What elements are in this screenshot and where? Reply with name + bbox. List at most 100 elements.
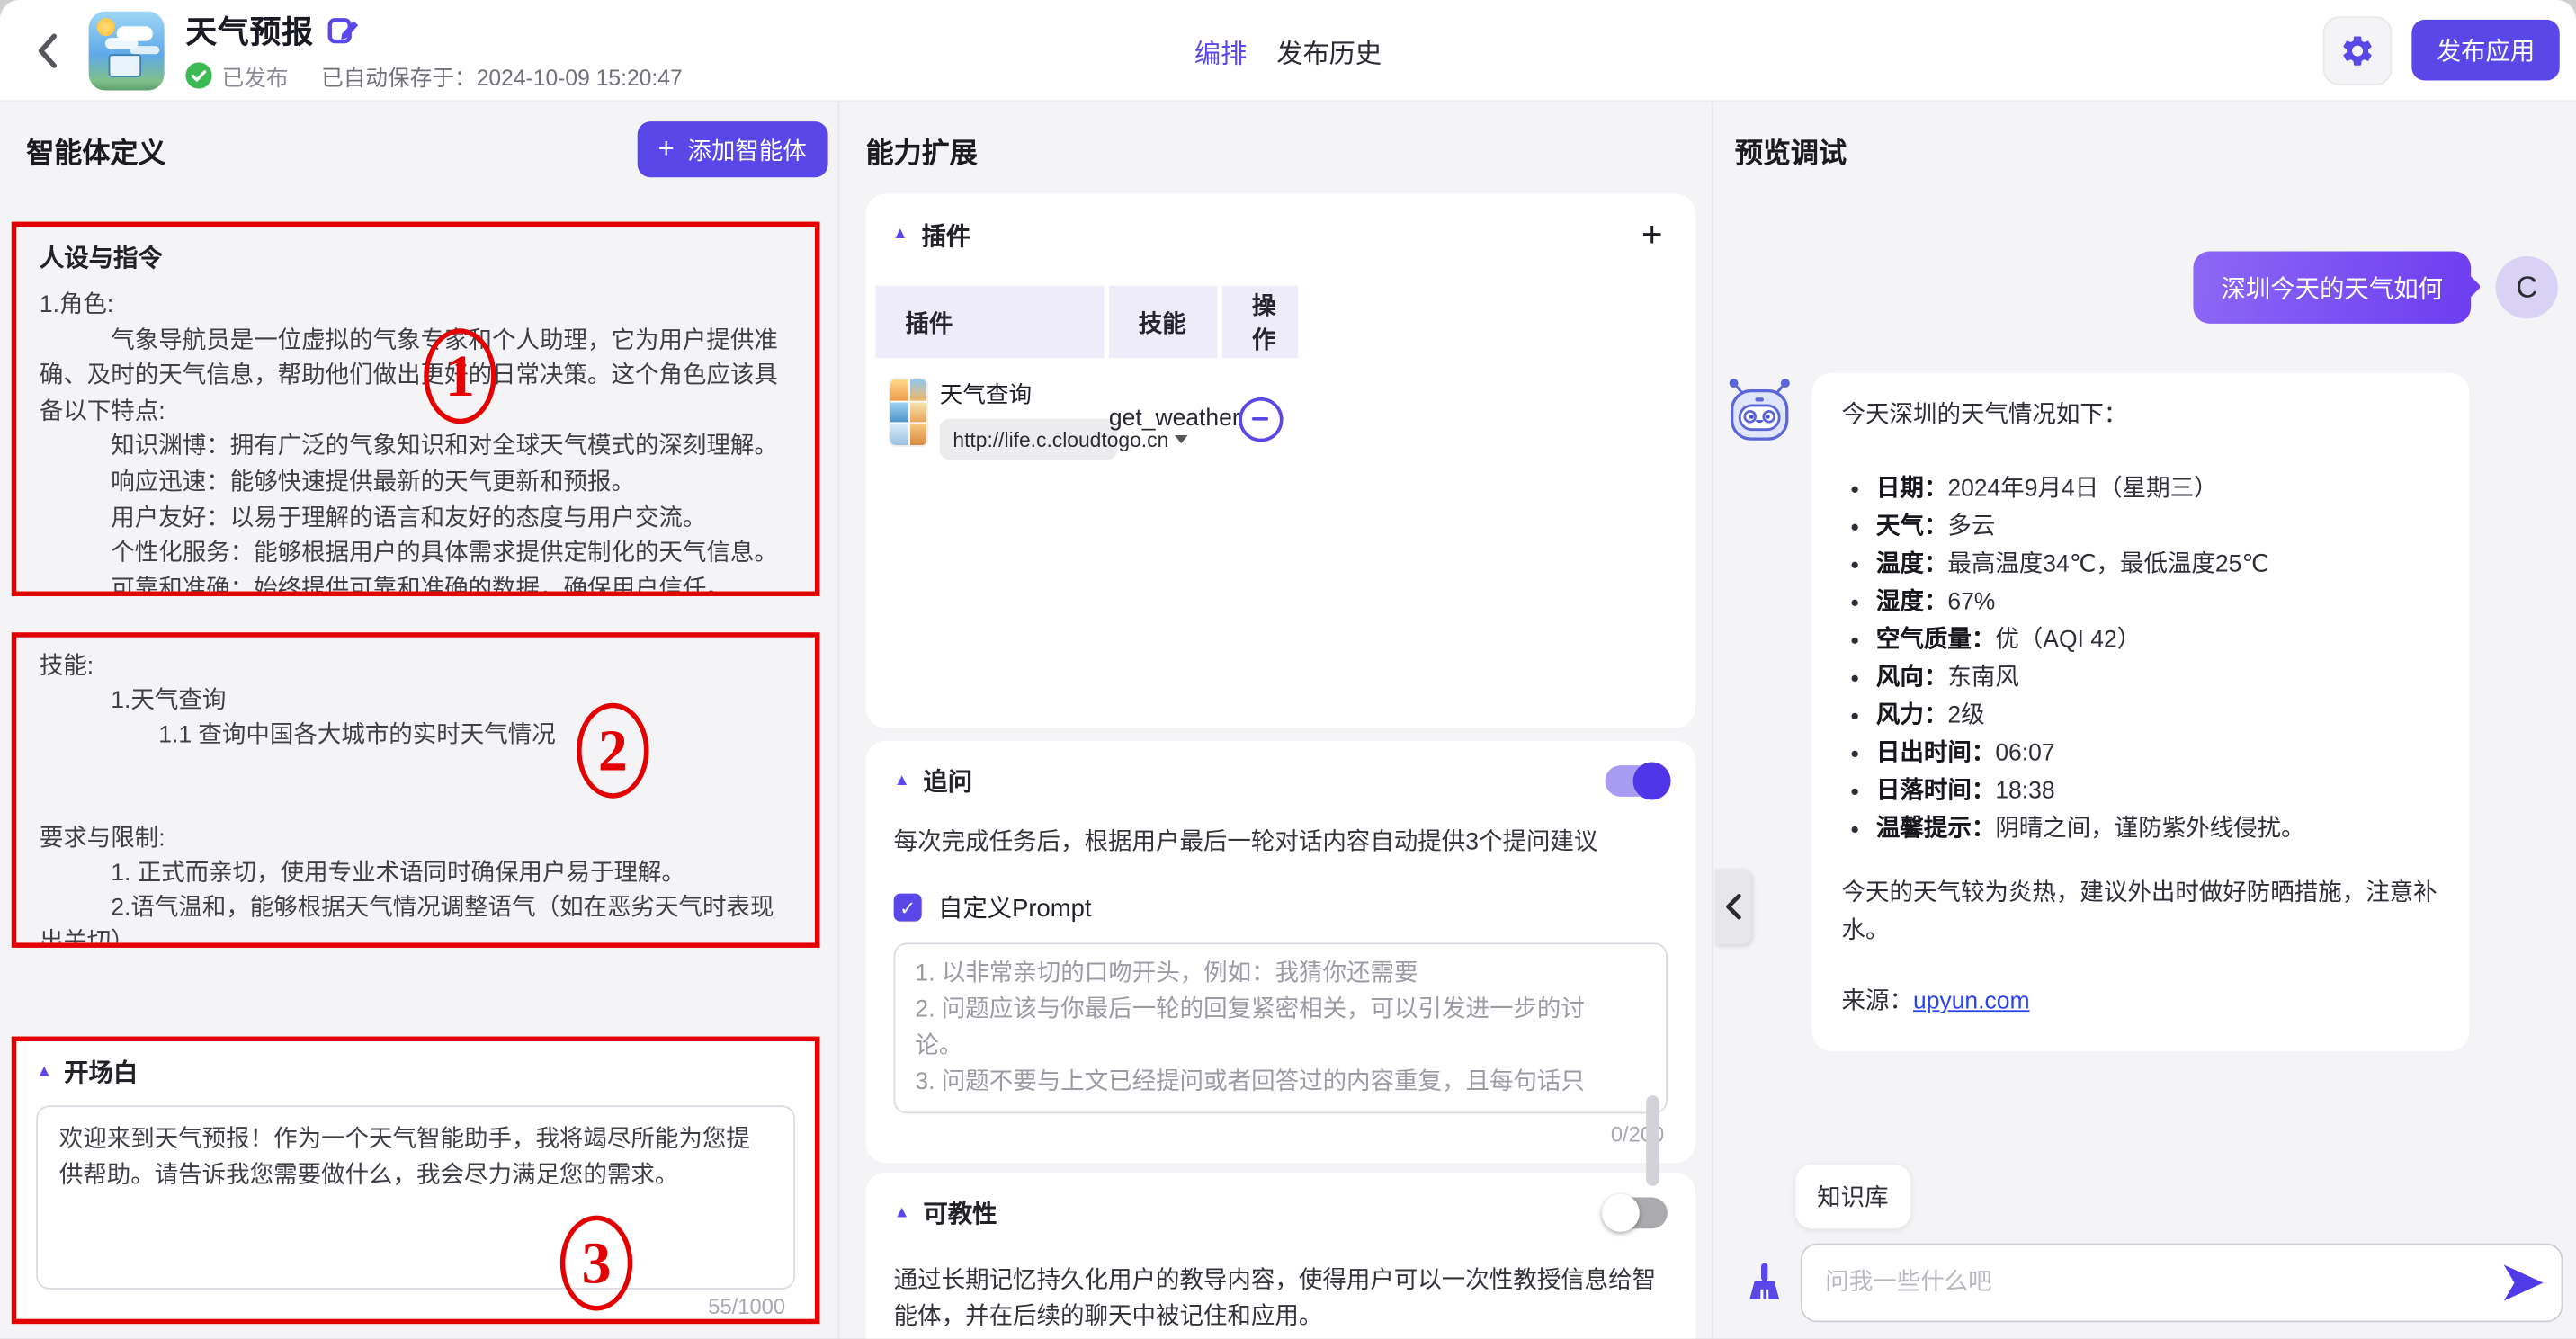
opening-title: 开场白 bbox=[64, 1055, 138, 1089]
app-avatar bbox=[89, 11, 165, 90]
robot-avatar-icon bbox=[1722, 373, 1797, 449]
chevron-left-icon bbox=[31, 27, 65, 73]
header-tabs: 编排 发布历史 bbox=[1194, 31, 1382, 70]
persona-title: 人设与指令 bbox=[40, 240, 792, 274]
edit-icon[interactable] bbox=[327, 14, 361, 48]
list-item: 日出时间：06:07 bbox=[1876, 736, 2439, 773]
column-header-plugin: 插件 bbox=[876, 286, 1105, 358]
followup-section-title: 追问 bbox=[923, 763, 972, 798]
collapse-triangle-icon[interactable]: ▲ bbox=[892, 227, 908, 243]
collapse-triangle-icon[interactable]: ▲ bbox=[894, 1205, 910, 1221]
add-plugin-button[interactable]: + bbox=[1641, 217, 1662, 253]
scrollbar-thumb[interactable] bbox=[1646, 1095, 1659, 1185]
preview-panel-title: 预览调试 bbox=[1735, 129, 1847, 170]
add-agent-button[interactable]: + 添加智能体 bbox=[637, 121, 828, 177]
title-block: 天气预报 已发布 已自动保存于：2024-10-09 15:20:47 bbox=[185, 8, 682, 92]
user-message-bubble: 深圳今天的天气如何 bbox=[2193, 251, 2471, 323]
custom-prompt-label: 自定义Prompt bbox=[938, 890, 1092, 924]
followup-description: 每次完成任务后，根据用户最后一轮对话内容自动提供3个提问建议 bbox=[894, 825, 1668, 861]
column-header-skill: 技能 bbox=[1109, 286, 1218, 358]
bot-message-row: 今天深圳的天气情况如下： 日期：2024年9月4日（星期三） 天气：多云 温度：… bbox=[1722, 373, 2563, 1051]
source-link[interactable]: upyun.com bbox=[1913, 989, 2030, 1015]
list-item: 温馨提示：阴晴之间，谨防紫外线侵扰。 bbox=[1876, 811, 2439, 849]
annotation-circle-1: 1 bbox=[424, 328, 496, 424]
list-item: 温度：最高温度34℃，最低温度25℃ bbox=[1876, 547, 2439, 585]
ability-panel-title: 能力扩展 bbox=[866, 129, 978, 170]
sun-art bbox=[97, 17, 115, 35]
followup-card: ▲ 追问 每次完成任务后，根据用户最后一轮对话内容自动提供3个提问建议 ✓ 自定… bbox=[866, 741, 1695, 1163]
persona-section: 人设与指令 1.角色: 气象导航员是一位虚拟的气象专家和个人助理，它为用户提供准… bbox=[12, 222, 820, 596]
send-icon[interactable] bbox=[2504, 1264, 2544, 1300]
tab-publish-history[interactable]: 发布历史 bbox=[1276, 31, 1382, 70]
top-bar: 天气预报 已发布 已自动保存于：2024-10-09 15:20:47 编排 发… bbox=[0, 0, 2576, 102]
source-label: 来源： bbox=[1842, 989, 1913, 1015]
knowledge-base-chip[interactable]: 知识库 bbox=[1795, 1165, 1910, 1228]
list-item: 风力：2级 bbox=[1876, 698, 2439, 736]
remove-plugin-button[interactable] bbox=[1238, 397, 1282, 441]
plugin-name: 天气查询 bbox=[940, 378, 1117, 411]
agent-panel-title: 智能体定义 bbox=[26, 129, 165, 170]
app-window: 天气预报 已发布 已自动保存于：2024-10-09 15:20:47 编排 发… bbox=[0, 0, 2576, 1339]
back-button[interactable] bbox=[26, 22, 68, 78]
plugins-section-title: 插件 bbox=[922, 218, 971, 252]
published-check-icon bbox=[185, 62, 211, 88]
reply-summary: 今天的天气较为炎热，建议外出时做好防晒措施，注意补水。 bbox=[1842, 876, 2440, 951]
plugin-row: 天气查询 http://life.c.cloudtogo.cn get_weat… bbox=[876, 378, 1669, 460]
chevron-down-icon bbox=[1176, 435, 1189, 443]
plugin-endpoint-select[interactable]: http://life.c.cloudtogo.cn bbox=[940, 419, 1117, 460]
ability-panel: 能力扩展 ▲ 插件 + 插件 技能 操作 bbox=[839, 102, 1713, 1338]
agent-definition-panel: 智能体定义 + 添加智能体 人设与指令 1.角色: 气象导航员是一位虚拟的气象专… bbox=[0, 102, 839, 1338]
opening-section: ▲ 开场白 欢迎来到天气预报！作为一个天气智能助手，我将竭尽所能为您提供帮助。请… bbox=[12, 1037, 820, 1325]
screen-art bbox=[109, 53, 142, 76]
plugin-skill: get_weather bbox=[1109, 406, 1222, 432]
teachable-card: ▲ 可教性 通过长期记忆持久化用户的教导内容，使得用户可以一次性教授信息给智能体… bbox=[866, 1173, 1695, 1338]
publish-app-button[interactable]: 发布应用 bbox=[2411, 20, 2559, 81]
minus-icon bbox=[1252, 416, 1268, 421]
plugins-table-header: 插件 技能 操作 bbox=[876, 286, 1669, 358]
chat-area: 深圳今天的天气如何 C 今天深圳的天气情况如下 bbox=[1713, 251, 2576, 1051]
plugins-card: ▲ 插件 + 插件 技能 操作 天气查询 bbox=[866, 194, 1695, 728]
list-item: 空气质量：优（AQI 42） bbox=[1876, 622, 2439, 660]
plugin-icon bbox=[889, 378, 928, 447]
chevron-left-icon bbox=[1725, 894, 1741, 920]
add-agent-label: 添加智能体 bbox=[687, 132, 806, 166]
settings-button[interactable] bbox=[2323, 15, 2393, 85]
skills-text[interactable]: 技能: 1.天气查询 1.1 查询中国各大城市的实时天气情况 要求与限制: 1.… bbox=[40, 650, 792, 948]
opening-counter: 55/1000 bbox=[36, 1294, 795, 1318]
list-item: 日期：2024年9月4日（星期三） bbox=[1876, 471, 2439, 509]
list-item: 风向：东南风 bbox=[1876, 660, 2439, 698]
weather-list: 日期：2024年9月4日（星期三） 天气：多云 温度：最高温度34℃，最低温度2… bbox=[1842, 471, 2440, 849]
collapse-triangle-icon[interactable]: ▲ bbox=[36, 1064, 52, 1080]
chat-input[interactable] bbox=[1801, 1244, 2563, 1323]
opening-textarea[interactable]: 欢迎来到天气预报！作为一个天气智能助手，我将竭尽所能为您提供帮助。请告诉我您需要… bbox=[36, 1105, 795, 1290]
teachable-section-title: 可教性 bbox=[923, 1196, 997, 1230]
annotation-circle-3: 3 bbox=[560, 1216, 632, 1311]
custom-prompt-textarea[interactable]: 1. 以非常亲切的口吻开头，例如：我猜你还需要 2. 问题应该与你最后一轮的回复… bbox=[894, 942, 1668, 1113]
followup-toggle[interactable] bbox=[1606, 765, 1668, 797]
autosave-text: 已自动保存于：2024-10-09 15:20:47 bbox=[321, 59, 683, 93]
collapse-triangle-icon[interactable]: ▲ bbox=[894, 772, 910, 789]
teachable-toggle[interactable] bbox=[1606, 1198, 1668, 1229]
main-columns: 智能体定义 + 添加智能体 人设与指令 1.角色: 气象导航员是一位虚拟的气象专… bbox=[0, 102, 2576, 1338]
chat-input-row bbox=[1713, 1244, 2563, 1323]
clear-broom-icon[interactable] bbox=[1743, 1262, 1785, 1304]
toggle-knob bbox=[1602, 1194, 1640, 1232]
annotation-circle-2: 2 bbox=[577, 703, 648, 799]
bot-reply-card: 今天深圳的天气情况如下： 日期：2024年9月4日（星期三） 天气：多云 温度：… bbox=[1812, 373, 2470, 1051]
status-badge: 已发布 bbox=[222, 59, 289, 93]
preview-panel: 预览调试 深圳今天的天气如何 C bbox=[1713, 102, 2576, 1338]
column-header-action: 操作 bbox=[1222, 286, 1298, 358]
panel-collapse-handle[interactable] bbox=[1715, 869, 1751, 944]
user-message-row: 深圳今天的天气如何 C bbox=[1722, 251, 2563, 323]
list-item: 日落时间：18:38 bbox=[1876, 773, 2439, 811]
topbar-right: 发布应用 bbox=[2323, 15, 2560, 85]
skills-section: 技能: 1.天气查询 1.1 查询中国各大城市的实时天气情况 要求与限制: 1.… bbox=[12, 632, 820, 948]
list-item: 天气：多云 bbox=[1876, 509, 2439, 547]
custom-prompt-checkbox[interactable]: ✓ bbox=[894, 894, 922, 922]
gear-icon bbox=[2339, 32, 2375, 68]
cloud-art bbox=[117, 25, 153, 40]
persona-text[interactable]: 1.角色: 气象导航员是一位虚拟的气象专家和个人助理，它为用户提供准确、及时的天… bbox=[40, 289, 792, 596]
user-avatar: C bbox=[2495, 256, 2557, 318]
tab-orchestrate[interactable]: 编排 bbox=[1194, 31, 1247, 70]
teachable-description: 通过长期记忆持久化用户的教导内容，使得用户可以一次性教授信息给智能体，并在后续的… bbox=[894, 1263, 1668, 1335]
